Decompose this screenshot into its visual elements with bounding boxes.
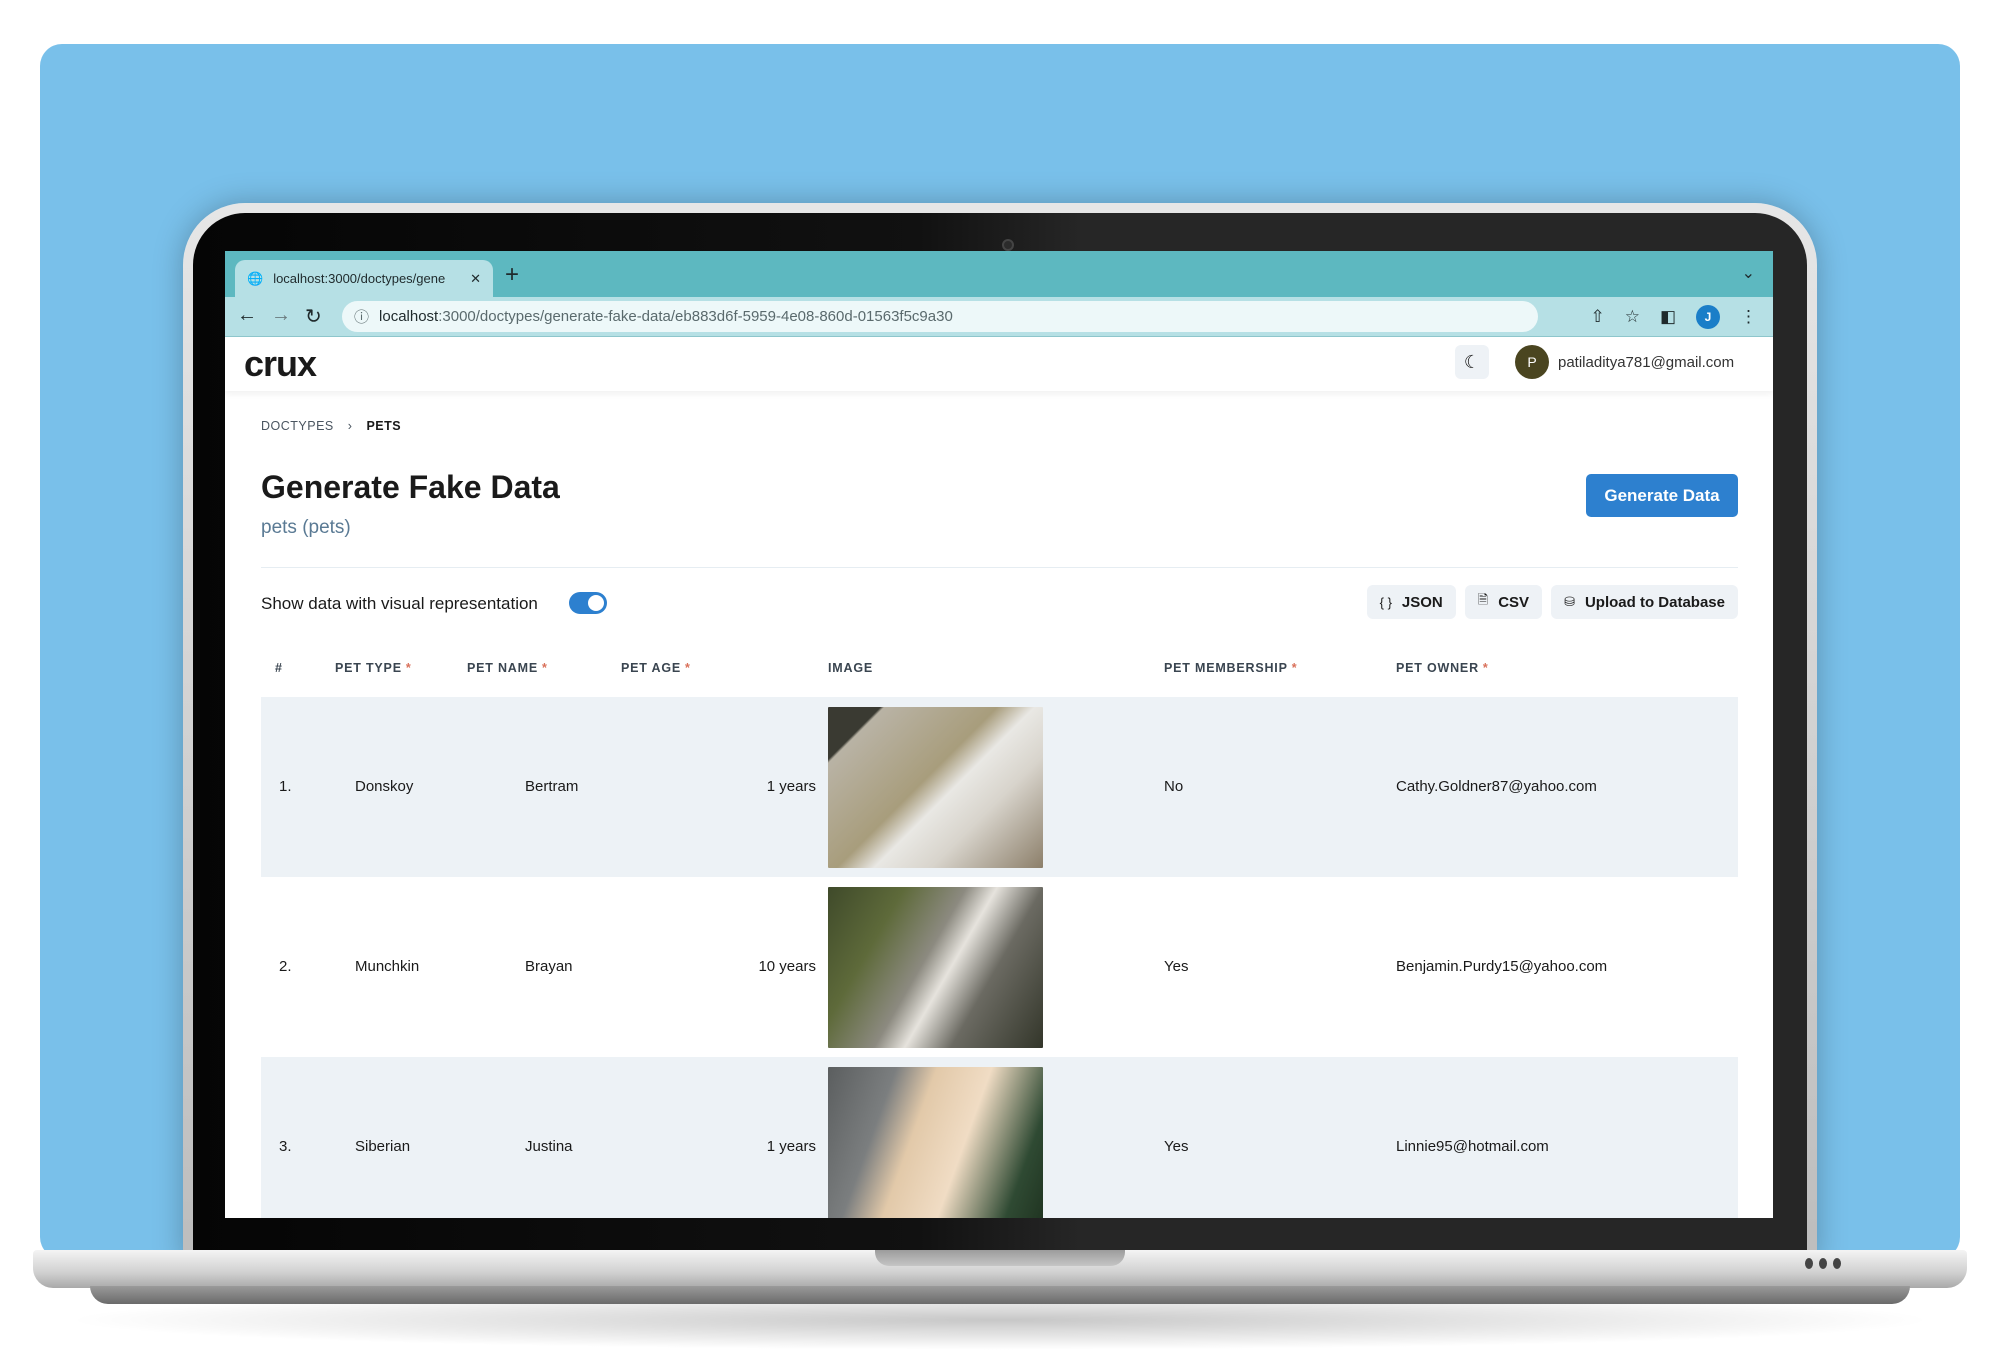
data-table: # PET TYPE * PET NAME * PET AGE * IMAGE PET… [261, 641, 1738, 1218]
cell-owner: Cathy.Goldner87@yahoo.com [1396, 778, 1597, 795]
cell-pet-name: Bertram [525, 778, 579, 795]
breadcrumb-pets[interactable]: PETS [366, 419, 401, 433]
sidebar-icon[interactable]: ◧ [1660, 307, 1676, 327]
cell-membership: Yes [1164, 958, 1189, 975]
forward-icon[interactable]: → [271, 304, 291, 327]
app-header: crux ☾ P patiladitya781@gmail.com [225, 337, 1773, 391]
csv-label: CSV [1498, 593, 1530, 611]
pet-image [828, 1067, 1043, 1218]
braces-icon: { } [1379, 594, 1392, 610]
laptop-base-lower [90, 1286, 1910, 1304]
url-input[interactable]: ⓘ localhost:3000/doctypes/generate-fake-… [342, 301, 1538, 332]
col-pet-type: PET TYPE * [335, 661, 412, 675]
table-header: # PET TYPE * PET NAME * PET AGE * IMAGE PET… [261, 641, 1738, 697]
profile-avatar[interactable]: J [1696, 305, 1720, 329]
cell-pet-type: Munchkin [355, 958, 420, 975]
showcase: 🌐 localhost:3000/doctypes/gene ✕ + ⌄ ← →… [0, 0, 2000, 1368]
upload-label: Upload to Database [1584, 593, 1725, 611]
browser-window: 🌐 localhost:3000/doctypes/gene ✕ + ⌄ ← →… [225, 251, 1773, 1218]
divider [261, 567, 1738, 568]
reload-icon[interactable]: ↻ [305, 304, 322, 329]
col-index: # [275, 661, 283, 675]
csv-file-icon: 🗎 [1477, 592, 1489, 607]
cell-index: 1. [279, 778, 292, 795]
share-icon[interactable]: ⇧ [1590, 307, 1604, 327]
camera-icon [1002, 239, 1014, 251]
laptop-notch [875, 1250, 1125, 1266]
close-tab-icon[interactable]: ✕ [470, 271, 481, 287]
cell-owner: Benjamin.Purdy15@yahoo.com [1396, 958, 1608, 975]
page-subtitle: pets (pets) [261, 517, 351, 538]
page-title: Generate Fake Data [261, 469, 560, 505]
col-pet-name: PET NAME * [467, 661, 548, 675]
chevron-down-icon[interactable]: ⌄ [1742, 263, 1755, 283]
url-host: localhost [379, 308, 439, 325]
laptop-indicator-dots [1805, 1258, 1841, 1269]
kebab-menu-icon[interactable]: ⋮ [1740, 307, 1757, 327]
col-pet-owner: PET OWNER * [1396, 661, 1489, 675]
info-icon[interactable]: ⓘ [354, 306, 369, 327]
browser-tab[interactable]: 🌐 localhost:3000/doctypes/gene ✕ [235, 260, 493, 297]
json-label: JSON [1401, 593, 1443, 611]
user-email[interactable]: patiladitya781@gmail.com [1558, 354, 1734, 371]
json-button[interactable]: { } JSON [1366, 585, 1456, 619]
table-row: 1. Donskoy Bertram 1 years No Cathy.Gold… [261, 697, 1738, 877]
table-row: 3. Siberian Justina 1 years Yes Linnie95… [261, 1057, 1738, 1218]
url-path: :3000/doctypes/generate-fake-data/eb883d… [438, 308, 953, 325]
cell-index: 3. [279, 1138, 292, 1155]
cell-pet-type: Donskoy [355, 778, 414, 795]
breadcrumb: DOCTYPES › PETS [261, 419, 401, 433]
cell-index: 2. [279, 958, 292, 975]
col-pet-age: PET AGE * [621, 661, 691, 675]
toggle-label: Show data with visual representation [261, 594, 538, 613]
back-icon[interactable]: ← [237, 304, 257, 327]
col-image: IMAGE [828, 661, 873, 675]
star-icon[interactable]: ☆ [1625, 307, 1640, 327]
cell-membership: Yes [1164, 1138, 1189, 1155]
chevron-right-icon: › [347, 419, 353, 433]
pet-image [828, 887, 1043, 1048]
plus-icon[interactable]: + [505, 261, 519, 289]
user-avatar[interactable]: P [1515, 345, 1549, 379]
cell-pet-age: 1 years [766, 1138, 816, 1155]
generate-data-button[interactable]: Generate Data [1586, 474, 1738, 517]
export-actions: { } JSON 🗎 CSV ⛁ Upload to Database [1366, 585, 1738, 619]
col-pet-membership: PET MEMBERSHIP * [1164, 661, 1298, 675]
database-icon: ⛁ [1564, 594, 1575, 609]
cell-owner: Linnie95@hotmail.com [1396, 1138, 1549, 1155]
address-bar: ← → ↻ ⓘ localhost:3000/doctypes/generate… [225, 297, 1773, 337]
upload-database-button[interactable]: ⛁ Upload to Database [1551, 585, 1738, 619]
globe-icon: 🌐 [247, 270, 264, 286]
visual-representation-toggle[interactable] [569, 592, 607, 614]
breadcrumb-doctypes[interactable]: DOCTYPES [261, 419, 334, 433]
pet-image [828, 707, 1043, 868]
tab-title: localhost:3000/doctypes/gene [273, 271, 446, 286]
browser-actions: ⇧ ☆ ◧ J ⋮ [1590, 305, 1757, 329]
cell-pet-age: 10 years [758, 958, 816, 975]
table-row: 2. Munchkin Brayan 10 years Yes Benjamin… [261, 877, 1738, 1057]
cell-pet-age: 1 years [766, 778, 816, 795]
cell-membership: No [1164, 778, 1184, 795]
cell-pet-name: Justina [525, 1138, 573, 1155]
cell-pet-type: Siberian [355, 1138, 411, 1155]
cell-pet-name: Brayan [525, 958, 573, 975]
logo[interactable]: crux [244, 343, 317, 385]
moon-icon[interactable]: ☾ [1455, 345, 1489, 379]
csv-button[interactable]: 🗎 CSV [1464, 585, 1543, 619]
tab-bar: 🌐 localhost:3000/doctypes/gene ✕ + ⌄ [225, 251, 1773, 297]
